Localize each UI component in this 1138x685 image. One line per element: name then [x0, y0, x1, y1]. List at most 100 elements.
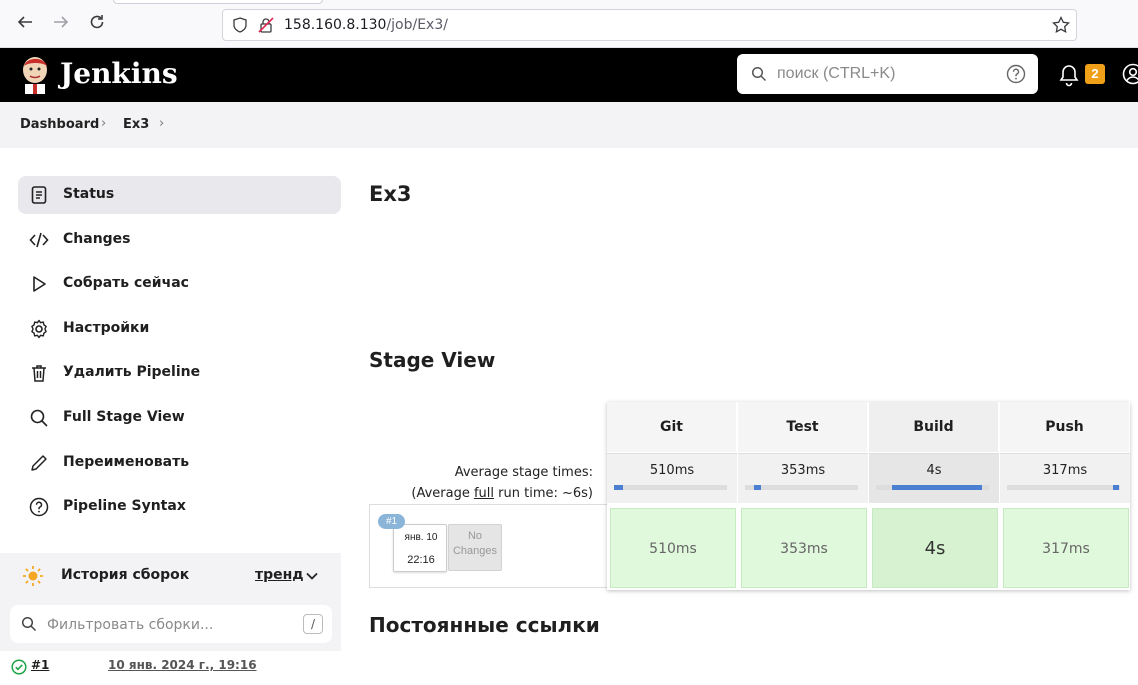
run-number-badge[interactable]: #1	[378, 514, 405, 529]
stage-header: Test	[738, 402, 868, 452]
stage-average-time: 317ms	[1042, 463, 1088, 478]
sidebar-item-label: Удалить Pipeline	[63, 364, 201, 380]
build-number-link[interactable]: #1	[31, 658, 49, 672]
sidebar-item-build-now[interactable]: Собрать сейчас	[18, 265, 341, 303]
sidebar-item-full-stage-view[interactable]: Full Stage View	[18, 399, 341, 437]
stage-header: Build	[869, 402, 999, 452]
bookmark-star-icon[interactable]	[1052, 16, 1070, 34]
sidebar-item-changes[interactable]: Changes	[18, 221, 341, 259]
url-bar[interactable]: 158.160.8.130/job/Ex3/	[222, 9, 1077, 41]
breadcrumb-ex3[interactable]: Ex3	[123, 117, 149, 132]
url-text[interactable]: 158.160.8.130/job/Ex3/	[284, 17, 448, 33]
breadcrumb: Dashboard › Ex3 ›	[0, 102, 1138, 148]
sidebar-item-delete-pipeline[interactable]: Удалить Pipeline	[18, 354, 341, 392]
chevron-down-icon[interactable]	[305, 569, 319, 583]
run-date-card[interactable]: янв. 10 22:16	[393, 524, 447, 572]
sidebar-item-rename[interactable]: Переименовать	[18, 444, 341, 482]
sidebar-item-label: Changes	[63, 231, 131, 247]
sidebar-item-label: Настройки	[63, 320, 150, 336]
search-help-icon[interactable]	[1006, 64, 1026, 84]
stage-duration-fill	[1113, 485, 1119, 490]
sidebar-item-settings[interactable]: Настройки	[18, 310, 341, 348]
stage-duration-fill	[614, 485, 623, 490]
search-box[interactable]	[737, 54, 1038, 94]
no-changes-card: No Changes	[448, 524, 502, 571]
page-title: Ex3	[369, 182, 412, 206]
sidebar-item-pipeline-syntax[interactable]: Pipeline Syntax	[18, 488, 341, 526]
forward-arrow-icon[interactable]	[50, 13, 72, 35]
run-time: 22:16	[407, 554, 435, 566]
build-filter-input[interactable]	[47, 615, 287, 635]
stage-duration-bar	[1007, 485, 1120, 490]
search-input[interactable]	[777, 63, 997, 85]
chevron-right-icon[interactable]: ›	[101, 116, 106, 131]
trash-icon	[32, 365, 46, 382]
shield-icon[interactable]	[232, 17, 248, 33]
help-icon	[29, 497, 49, 517]
build-history-title: История сборок	[61, 567, 190, 583]
avg-full-suffix: run time: ~6s)	[494, 486, 593, 501]
stage-run-cell[interactable]: 4s	[872, 508, 998, 588]
build-date-link[interactable]: 10 янв. 2024 г., 19:16	[108, 658, 257, 672]
search-icon	[751, 66, 767, 82]
sidebar-item-label: Переименовать	[63, 454, 190, 470]
sidebar-item-label: Full Stage View	[63, 409, 185, 425]
full-run-link[interactable]: full	[474, 486, 494, 501]
pencil-icon	[31, 455, 47, 471]
stage-run-cell[interactable]: 317ms	[1003, 508, 1129, 588]
url-host: 158.160.8.130	[284, 17, 387, 33]
stage-view-title: Stage View	[369, 348, 496, 372]
chevron-right-icon[interactable]: ›	[159, 116, 164, 131]
stage-duration-bar	[614, 485, 727, 490]
sidebar-item-label: Pipeline Syntax	[63, 498, 186, 514]
permalinks-title: Постоянные ссылки	[369, 613, 600, 637]
stage-average-time: 4s	[926, 463, 942, 478]
build-filter[interactable]: /	[10, 605, 332, 643]
stage-run-cell[interactable]: 510ms	[610, 508, 736, 588]
sidebar-item-label: Собрать сейчас	[63, 275, 189, 291]
build-history-row[interactable]: #1 10 янв. 2024 г., 19:16	[0, 651, 341, 685]
success-check-icon	[11, 659, 27, 675]
filter-shortcut-key: /	[303, 614, 323, 634]
user-icon[interactable]	[1122, 63, 1138, 85]
url-path: /job/Ex3/	[386, 17, 448, 33]
bell-icon[interactable]	[1058, 63, 1080, 87]
jenkins-header: Jenkins 2	[0, 48, 1138, 102]
avg-stage-label: Average stage times:	[454, 465, 593, 480]
sidebar-item-status[interactable]: Status	[18, 176, 341, 214]
stage-view-table: Git 510ms 510ms Test 353ms 353ms Build 4…	[607, 402, 1130, 590]
back-arrow-icon[interactable]	[14, 13, 36, 35]
avg-full-prefix: (Average	[411, 486, 474, 501]
breadcrumb-dashboard[interactable]: Dashboard	[20, 117, 99, 132]
brand-name[interactable]: Jenkins	[60, 57, 178, 90]
average-stage-times: Average stage times: (Average full run t…	[380, 462, 593, 504]
stage-header: Push	[1000, 402, 1130, 452]
jenkins-logo-icon[interactable]	[19, 54, 51, 94]
stage-average: 510ms	[607, 453, 737, 503]
search-icon	[30, 409, 48, 427]
status-document-icon	[31, 186, 47, 204]
avg-full-run-label: (Average full run time: ~6s)	[380, 483, 593, 504]
sidebar-item-label: Status	[63, 186, 115, 202]
stage-average-time: 510ms	[649, 463, 695, 478]
trend-link[interactable]: тренд	[255, 567, 304, 583]
stage-run-cell[interactable]: 353ms	[741, 508, 867, 588]
stage-duration-bar	[876, 485, 989, 490]
sun-weather-icon	[23, 566, 43, 586]
reload-icon[interactable]	[86, 13, 108, 35]
stage-duration-fill	[892, 485, 982, 490]
stage-header: Git	[607, 402, 737, 452]
code-icon	[29, 232, 49, 248]
notification-badge[interactable]: 2	[1085, 64, 1105, 84]
stage-duration-bar	[745, 485, 858, 490]
browser-toolbar: 158.160.8.130/job/Ex3/	[0, 0, 1138, 48]
stage-average: 4s	[869, 453, 999, 503]
browser-tab[interactable]	[113, 0, 323, 4]
play-icon	[33, 276, 46, 292]
gear-icon	[31, 319, 47, 339]
run-date: янв. 10	[404, 532, 438, 543]
insecure-lock-icon[interactable]	[258, 17, 274, 33]
stage-duration-fill	[754, 485, 761, 490]
run-row-1: янв. 10 22:16 #1 No Changes	[369, 504, 607, 588]
stage-average: 353ms	[738, 453, 868, 503]
